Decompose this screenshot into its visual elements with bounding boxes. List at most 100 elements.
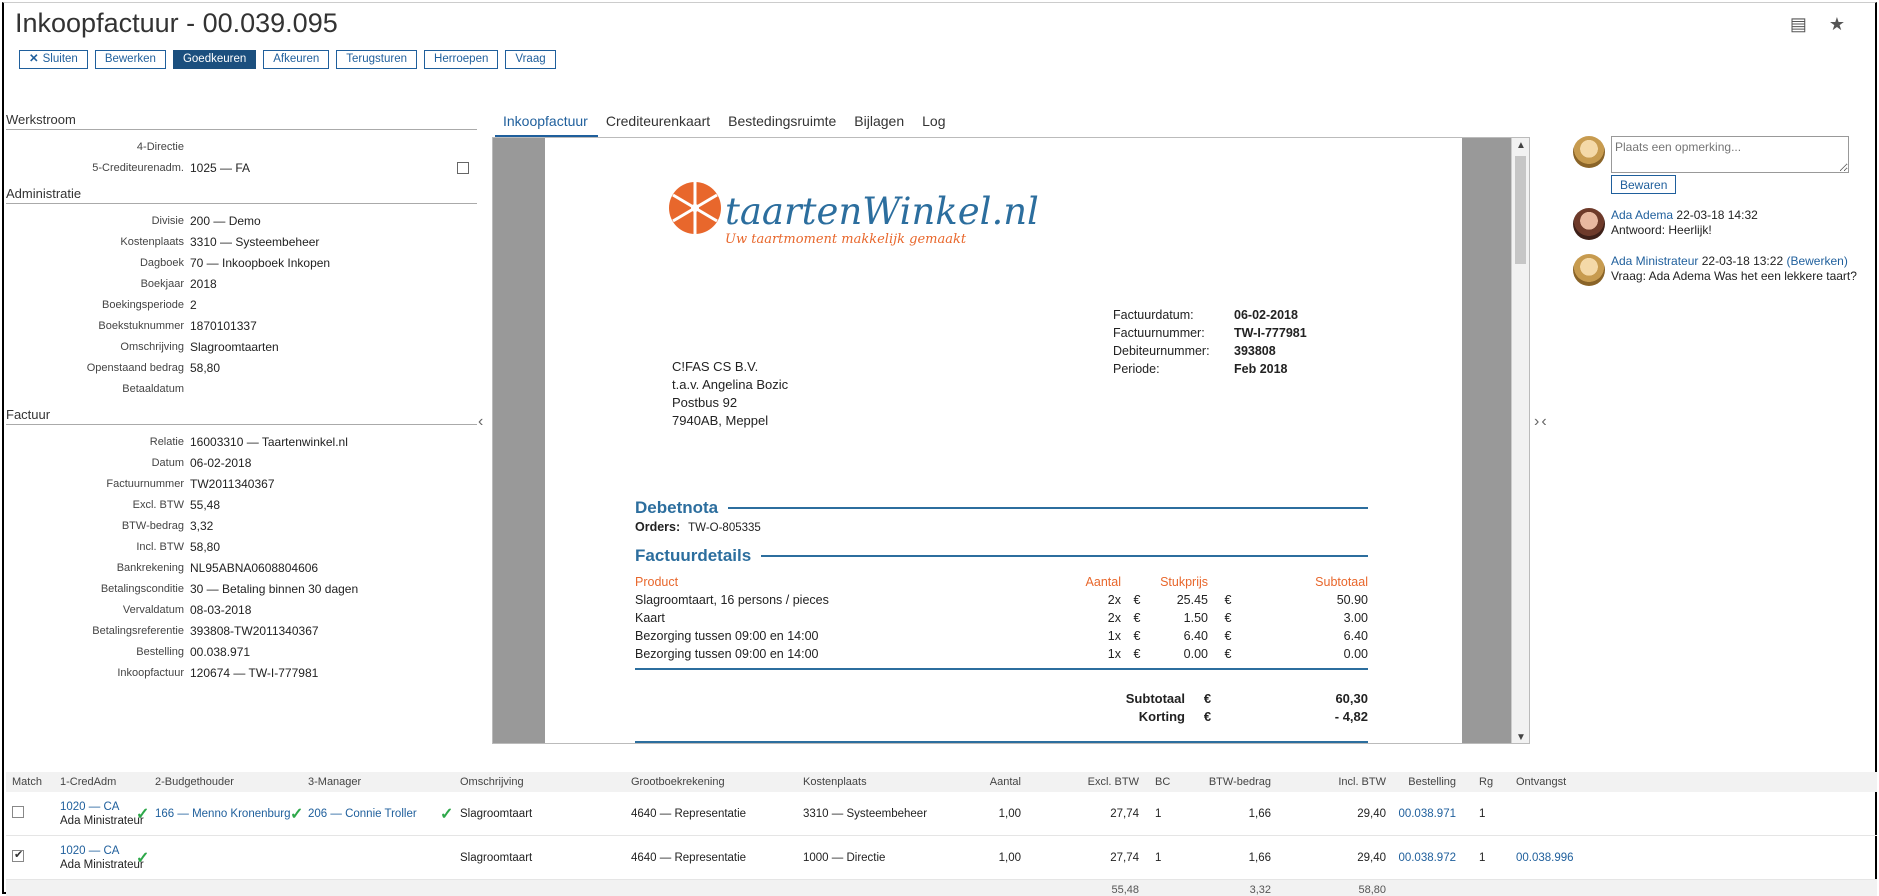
comment-input[interactable] xyxy=(1611,136,1849,173)
field-value[interactable]: 120674 — TW-I-777981 xyxy=(190,666,477,680)
invoice-items: Product Aantal Stukprijs Subtotaal Slagr… xyxy=(635,573,1368,663)
approve-button[interactable]: Goedkeuren xyxy=(172,50,257,69)
cell xyxy=(12,806,52,821)
column-header[interactable]: Ontvangst xyxy=(1516,776,1566,788)
field-label: Excl. BTW xyxy=(132,498,184,511)
edit-button[interactable]: Bewerken xyxy=(94,50,166,69)
column-header[interactable]: BC xyxy=(1155,776,1170,788)
address-line: Postbus 92 xyxy=(672,395,738,410)
item-product: Kaart xyxy=(635,611,665,625)
aantal: 1,00 xyxy=(998,851,1021,864)
tab-bijlagen[interactable]: Bijlagen xyxy=(846,111,914,137)
table-row[interactable]: 1020 — CA Ada Ministrateur ✓ 166 — Menno Kr… xyxy=(6,792,1877,836)
bc: 1 xyxy=(1155,807,1162,820)
field-label: Boekstuknummer xyxy=(98,319,184,332)
column-header[interactable]: Match xyxy=(12,776,42,788)
comment-time: 22-03-18 13:22 xyxy=(1701,254,1784,268)
meta-key: Periode: xyxy=(1113,362,1160,376)
invoice-item-row: Kaart 2x €1.50 €3.00 xyxy=(635,609,1368,627)
cell: 29,40 xyxy=(1326,808,1386,820)
cell: 166 — Menno Kronenburg xyxy=(155,808,305,820)
item-product: Bezorging tussen 09:00 en 14:00 xyxy=(635,629,819,643)
column-header[interactable]: 1-CredAdm xyxy=(60,776,116,788)
items-header: Product Aantal Stukprijs Subtotaal xyxy=(635,573,1368,591)
tab-crediteurenkaart[interactable]: Crediteurenkaart xyxy=(598,111,720,137)
document-stack-icon[interactable]: ▤ xyxy=(1790,14,1807,35)
cell: Bestelling xyxy=(1396,776,1456,788)
comment-author[interactable]: Ada Adema xyxy=(1611,208,1673,222)
werkstroom-step-4: 4-Directie xyxy=(6,136,477,157)
step-5-value[interactable]: 1025 — FA xyxy=(190,161,457,175)
cell: Excl. BTW xyxy=(1081,776,1139,788)
column-header[interactable]: Kostenplaats xyxy=(803,776,867,788)
comment-author[interactable]: Ada Ministrateur xyxy=(1611,254,1698,268)
administratie-row: Betaaldatum xyxy=(6,378,477,399)
column-header[interactable]: 3-Manager xyxy=(308,776,361,788)
comment-text: Vraag: Ada Adema Was het een lekkere taa… xyxy=(1611,269,1857,283)
ontvangst-link[interactable]: 00.038.996 xyxy=(1516,852,1574,864)
field-label: Divisie xyxy=(151,214,184,227)
manager-link[interactable]: 206 — Connie Troller xyxy=(308,808,417,820)
revoke-button[interactable]: Herroepen xyxy=(424,50,499,69)
collapse-right-icon[interactable]: ›‹ xyxy=(1534,413,1549,431)
edit-comment-link[interactable]: (Bewerken) xyxy=(1786,254,1847,268)
field-value: TW2011340367 xyxy=(190,476,275,491)
field-label: Bestelling xyxy=(136,645,184,658)
match-checkbox[interactable] xyxy=(12,848,24,862)
field-value: 70 — Inkoopboek Inkopen xyxy=(190,255,331,270)
question-button[interactable]: Vraag xyxy=(505,50,556,69)
rg: 1 xyxy=(1479,851,1486,864)
tab-inkoopfactuur[interactable]: Inkoopfactuur xyxy=(495,111,598,137)
meta-key: Factuurdatum: xyxy=(1113,308,1194,322)
scroll-up-icon[interactable]: ▲ xyxy=(1512,140,1529,151)
column-header[interactable]: Incl. BTW xyxy=(1338,776,1386,788)
save-comment-button[interactable]: Bewaren xyxy=(1611,175,1677,194)
field-value: 08-03-2018 xyxy=(190,602,252,617)
field-value[interactable]: 16003310 — Taartenwinkel.nl xyxy=(190,435,477,449)
factuur-row: Factuurnummer TW2011340367 xyxy=(6,473,477,494)
column-header[interactable]: Excl. BTW xyxy=(1088,776,1139,788)
reject-button[interactable]: Afkeuren xyxy=(263,50,330,69)
factuur-row: Bestelling 00.038.971 xyxy=(6,641,477,662)
cell: BC xyxy=(1155,776,1175,788)
column-header[interactable]: Omschrijving xyxy=(460,776,524,788)
euro-sign: € xyxy=(1203,690,1212,706)
field-value[interactable]: 00.038.971 xyxy=(190,645,477,659)
grootboek: 4640 — Representatie xyxy=(631,851,747,864)
step-5-checkbox[interactable] xyxy=(457,161,469,174)
star-icon[interactable]: ★ xyxy=(1829,14,1845,35)
address-line: 7940AB, Meppel xyxy=(672,413,769,428)
column-header[interactable]: Rg xyxy=(1479,776,1493,788)
items-divider xyxy=(635,668,1368,670)
invoice-lines-table: Match 1-CredAdm 2-Budgethouder 3-Manager Oms… xyxy=(6,772,1877,896)
invoice-totals: Subtotaal €60,30 Korting € - 4,82 xyxy=(1085,689,1368,725)
cell: 3310 — Systeembeheer xyxy=(803,808,983,820)
item-subtotal: 50.90 xyxy=(1336,593,1368,607)
approved-check-icon: ✓ xyxy=(136,849,150,867)
factuur-title: Factuur xyxy=(6,407,477,425)
budgethouder-link[interactable]: 166 — Menno Kronenburg xyxy=(155,808,291,820)
column-header[interactable]: Aantal xyxy=(990,776,1021,788)
bestelling-link[interactable]: 00.038.972 xyxy=(1398,852,1456,864)
column-header[interactable]: BTW-bedrag xyxy=(1209,776,1271,788)
bestelling-link[interactable]: 00.038.971 xyxy=(1398,808,1456,820)
item-price: 1.50 xyxy=(1183,611,1208,625)
scroll-down-icon[interactable]: ▼ xyxy=(1512,732,1529,743)
tab-log[interactable]: Log xyxy=(914,111,955,137)
euro-sign: € xyxy=(1224,593,1232,607)
administratie-row: Kostenplaats 3310 — Systeembeheer xyxy=(6,231,477,252)
field-value: 58,80 xyxy=(190,360,221,375)
column-header[interactable]: 2-Budgethouder xyxy=(155,776,234,788)
field-label: Inkoopfactuur xyxy=(117,666,184,679)
scrollbar-thumb[interactable] xyxy=(1515,156,1526,264)
collapse-left-icon[interactable]: ‹ xyxy=(478,413,483,431)
column-header[interactable]: Bestelling xyxy=(1408,776,1456,788)
tab-bestedingsruimte[interactable]: Bestedingsruimte xyxy=(720,111,846,137)
close-button[interactable]: ✕ Sluiten xyxy=(19,50,88,69)
match-checkbox[interactable] xyxy=(12,806,24,818)
table-row[interactable]: 1020 — CAAda Ministrateur✓Slagroomtaart4… xyxy=(6,836,1877,880)
send-back-button[interactable]: Terugsturen xyxy=(336,50,418,69)
column-header[interactable]: Grootboekrekening xyxy=(631,776,725,788)
invoice-viewer[interactable]: taartenWinkel.nl Uw taartmoment makkelij… xyxy=(492,137,1530,744)
viewer-scrollbar[interactable]: ▲ ▼ xyxy=(1511,138,1529,743)
